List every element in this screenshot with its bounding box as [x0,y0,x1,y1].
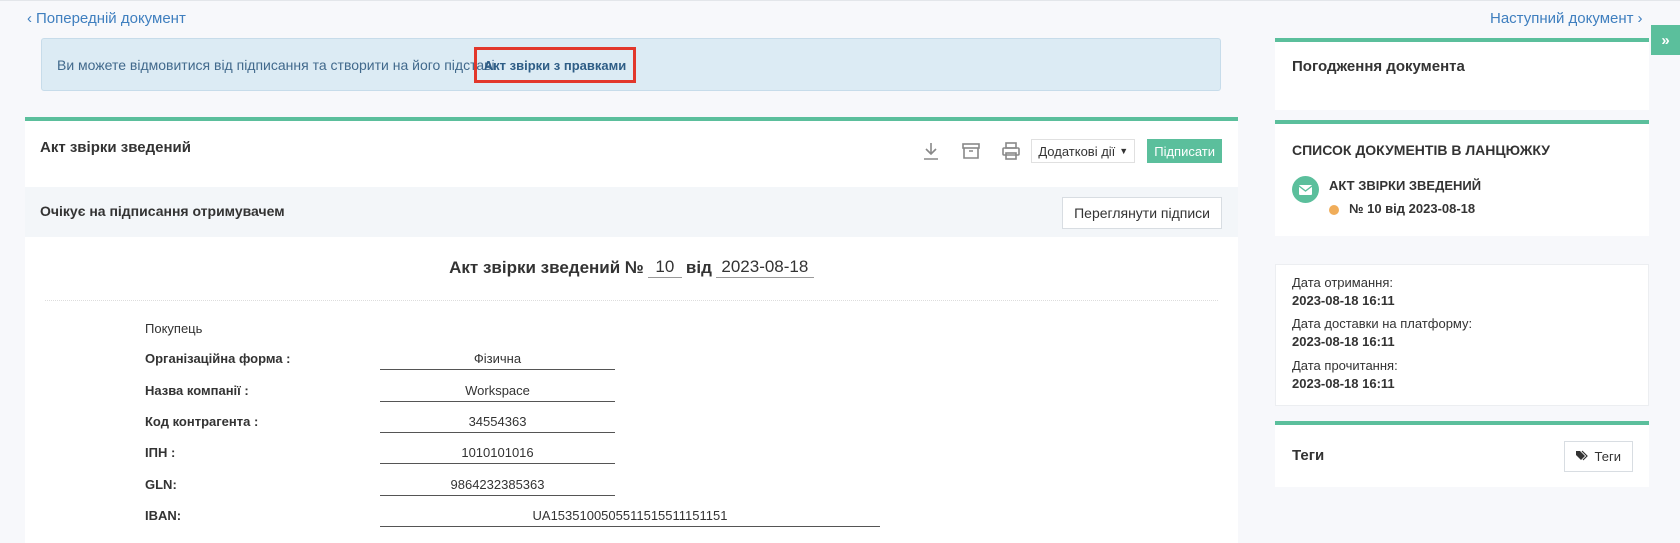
heading-from-word: від [685,258,712,277]
status-dot [1329,205,1339,215]
more-actions-dropdown[interactable]: Додаткові дії ▼ [1031,139,1136,163]
delivered-date-value: 2023-08-18 16:11 [1292,334,1395,349]
buyer-label: Покупець [145,321,203,336]
document-panel: Акт звірки зведений Додаткові дії ▼ Підп… [25,117,1238,543]
field-value-iban: UA1535100505511515511151151 [380,508,880,527]
top-border [0,0,1680,4]
document-heading: Акт звірки зведений № 10 від 2023-08-18 [25,257,1238,278]
field-value-counterparty-code: 34554363 [380,414,615,433]
envelope-icon [1292,176,1319,203]
view-signatures-button[interactable]: Переглянути підписи [1062,197,1222,229]
print-icon[interactable] [991,139,1031,163]
document-date: 2023-08-18 [715,257,814,278]
document-title: Акт звірки зведений [40,139,191,156]
received-date-label: Дата отримання: [1292,275,1393,290]
divider [45,300,1218,301]
download-icon[interactable] [911,139,951,163]
field-label-tax-id: ІПН : [145,445,176,460]
previous-document-label: Попередній документ [36,10,186,27]
chain-document-number: № 10 від 2023-08-18 [1349,201,1476,216]
tags-button-label: Теги [1594,449,1621,464]
document-number: 10 [647,257,682,278]
next-document-label: Наступний документ [1490,10,1634,27]
caret-down-icon: ▼ [1119,146,1129,156]
signing-status: Очікує на підписання отримувачем [40,203,285,219]
read-date-label: Дата прочитання: [1292,358,1398,373]
chain-title: СПИСОК ДОКУМЕНТІВ В ЛАНЦЮЖКУ [1292,142,1550,158]
field-label-gln: GLN: [145,477,177,492]
chevron-right-icon: › [1637,10,1643,27]
info-alert: Ви можете відмовитися від підписання та … [41,38,1221,91]
status-bar: Очікує на підписання отримувачем Перегля… [25,187,1238,237]
field-label-company-name: Назва компанії : [145,383,249,398]
previous-document-link[interactable]: ‹ Попередній документ [27,10,186,27]
read-date-value: 2023-08-18 16:11 [1292,376,1395,391]
heading-prefix: Акт звірки зведений № [449,258,644,277]
double-chevron-right-icon: » [1661,31,1670,49]
sign-button[interactable]: Підписати [1147,139,1222,163]
chain-document-link[interactable]: АКТ ЗВІРКИ ЗВЕДЕНИЙ [1329,178,1481,193]
delivered-date-label: Дата доставки на платформу: [1292,316,1473,331]
dates-card: Дата отримання: 2023-08-18 16:11 Дата до… [1275,264,1649,406]
tags-button[interactable]: Теги [1563,441,1633,472]
document-chain-card: СПИСОК ДОКУМЕНТІВ В ЛАНЦЮЖКУ АКТ ЗВІРКИ … [1275,120,1649,236]
next-document-link[interactable]: Наступний документ › [1490,10,1643,27]
document-toolbar: Додаткові дії ▼ Підписати [911,139,1222,163]
field-label-counterparty-code: Код контрагента : [145,414,259,429]
tags-card: Теги Теги [1275,421,1649,487]
side-panel-toggle-button[interactable]: » [1651,25,1680,55]
field-value-company-name: Workspace [380,383,615,402]
reconciliation-with-edits-link[interactable]: Акт звірки з правками [484,58,626,73]
approval-title: Погодження документа [1292,58,1465,75]
archive-icon[interactable] [951,139,991,163]
field-label-org-form: Організаційна форма : [145,351,291,366]
highlight-box: Акт звірки з правками [474,47,636,83]
received-date-value: 2023-08-18 16:11 [1292,293,1395,308]
tags-title: Теги [1292,447,1325,464]
alert-text: Ви можете відмовитися від підписання та … [57,56,495,73]
approval-card: Погодження документа [1275,38,1649,110]
tags-icon [1575,449,1590,464]
field-value-tax-id: 1010101016 [380,445,615,464]
field-value-org-form: Фізична [380,351,615,370]
field-label-iban: IBAN: [145,508,182,523]
chevron-left-icon: ‹ [27,10,32,27]
more-actions-label: Додаткові дії [1038,143,1116,159]
field-value-gln: 9864232385363 [380,477,615,496]
